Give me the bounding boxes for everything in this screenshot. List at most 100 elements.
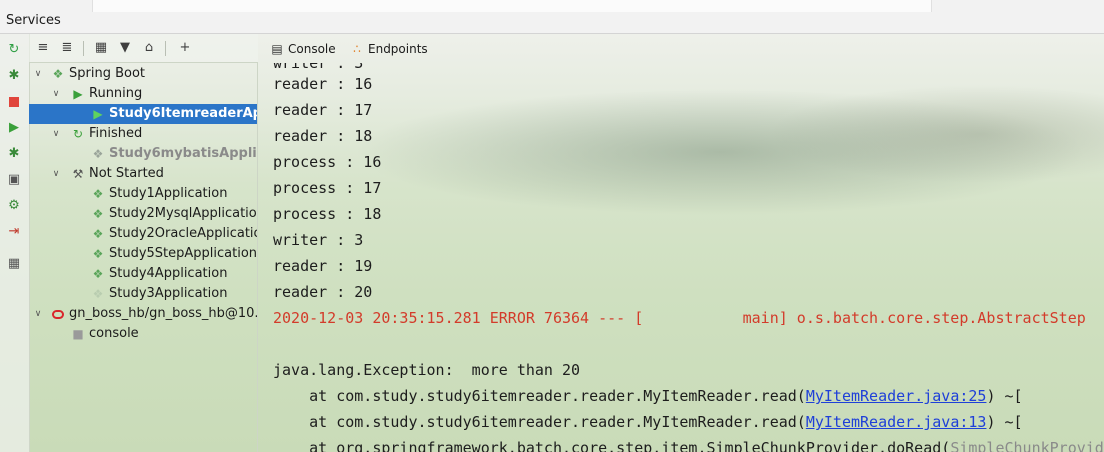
- stack-frame-text: at com.study.study6itemreader.reader.MyI…: [273, 387, 806, 405]
- console-tabs: ▤ Console ∴ Endpoints: [258, 34, 1104, 63]
- chevron-down-icon[interactable]: ∨: [51, 84, 61, 104]
- source-link[interactable]: SimpleChunkProvider.java: [950, 439, 1104, 452]
- tree-node-study2oracle[interactable]: ❖ Study2OracleApplication: [29, 224, 258, 244]
- tree-node-not-started[interactable]: ∨ ⚒ Not Started: [29, 164, 257, 184]
- chevron-down-icon[interactable]: ∨: [33, 304, 43, 324]
- tree-node-label: Study4Application: [109, 266, 228, 281]
- left-toolbar: ↻ ✱ ▶ ✱ ▣ ⚙ ⇥ ▦: [0, 34, 30, 452]
- tree-node-label: Not Started: [89, 166, 164, 181]
- tree-node-study1[interactable]: ❖ Study1Application: [29, 184, 257, 204]
- endpoints-icon: ∴: [353, 42, 361, 56]
- tree-node-label: Study3Application: [109, 286, 228, 301]
- spring-icon: ❖: [92, 227, 104, 241]
- spring-icon: ❖: [92, 247, 104, 261]
- tree-node-label: Study2OracleApplication: [109, 226, 258, 241]
- tree-node-label: Study2MysqlApplication: [109, 206, 258, 221]
- console-line: reader : 16: [273, 75, 373, 93]
- rerun-icon: ↻: [72, 127, 84, 141]
- console-line: reader : 18: [273, 127, 373, 145]
- tab-console[interactable]: ▤ Console: [270, 40, 336, 58]
- oracle-icon: [51, 304, 65, 324]
- tree-node-oracle-db[interactable]: ∨ gn_boss_hb/gn_boss_hb@10.0.25: [29, 304, 258, 324]
- group-icon[interactable]: ▦: [93, 40, 109, 56]
- wrench-icon: ⚒: [72, 167, 84, 181]
- tree-node-finished[interactable]: ∨ ↻ Finished: [29, 124, 257, 144]
- run-dashboard-icon[interactable]: ▶: [6, 120, 22, 136]
- console-icon: ▤: [271, 42, 283, 56]
- tree-node-label: Study5StepApplication: [109, 246, 258, 261]
- console-output: writer : 3 reader : 16 reader : 17 reade…: [258, 63, 1104, 452]
- stop-icon[interactable]: [6, 94, 22, 110]
- tree-node-label: Finished: [89, 126, 143, 141]
- console-line: process : 16: [273, 153, 382, 171]
- console-line: reader : 19: [273, 257, 373, 275]
- tree-toolbar: ≡ ≣ ▦ ▼ ⌂ +: [29, 34, 258, 63]
- filter-icon[interactable]: ▼: [117, 40, 133, 56]
- toolbar-divider: [165, 41, 166, 56]
- window-title: Services: [6, 13, 61, 28]
- play-icon: ▶: [93, 107, 103, 121]
- tree-node-label: Running: [89, 86, 143, 101]
- stack-frame-text: at org.springframework.batch.core.step.i…: [273, 439, 951, 452]
- console-error-line: 2020-12-03 20:35:15.281 ERROR 76364 --- …: [273, 309, 1086, 327]
- debug-icon[interactable]: ✱: [6, 68, 22, 84]
- tree-node-console[interactable]: ■ console: [29, 324, 257, 344]
- tab-endpoints[interactable]: ∴ Endpoints: [350, 40, 428, 58]
- tree-node-study2mysql[interactable]: ❖ Study2MysqlApplication: [29, 204, 258, 224]
- play-icon: ▶: [73, 87, 83, 101]
- spring-icon: ❖: [92, 147, 104, 161]
- tree-node-study4[interactable]: ❖ Study4Application: [29, 264, 257, 284]
- debug-dashboard-icon[interactable]: ✱: [6, 146, 22, 162]
- console-icon: ■: [72, 327, 84, 341]
- stack-frame-text: at com.study.study6itemreader.reader.MyI…: [273, 413, 806, 431]
- stack-trace-line: at com.study.study6itemreader.reader.MyI…: [273, 383, 1023, 409]
- console-line: writer : 3: [273, 231, 364, 249]
- spring-icon: ❖: [92, 267, 104, 281]
- tree-node-study3[interactable]: ❖ Study3Application: [29, 284, 257, 304]
- services-tree: ∨ ❖ Spring Boot ∨ ▶ Running ▶ Study6Item…: [29, 63, 258, 452]
- spring-icon: ❖: [92, 187, 104, 201]
- tree-node-label: Study1Application: [109, 186, 228, 201]
- console-line: process : 17: [273, 179, 382, 197]
- tree-node-label: console: [89, 326, 139, 341]
- tree-node-study6mybatis[interactable]: ❖ Study6mybatisApplication: [29, 144, 257, 164]
- tree-node-running[interactable]: ∨ ▶ Running: [29, 84, 257, 104]
- header-strip: [92, 0, 932, 12]
- spring-icon: ❖: [52, 67, 64, 81]
- tree-node-spring-boot[interactable]: ∨ ❖ Spring Boot: [29, 64, 257, 84]
- tree-node-label: Study6ItemreaderApplication: [109, 106, 257, 121]
- tab-label: Console: [288, 42, 336, 56]
- tree-node-label: gn_boss_hb/gn_boss_hb@10.0.25: [69, 306, 258, 321]
- source-link[interactable]: MyItemReader.java:13: [806, 413, 987, 431]
- camera-icon[interactable]: ▣: [6, 172, 22, 188]
- stack-frame-suffix: ) ~[: [986, 413, 1023, 431]
- layout-icon[interactable]: ▦: [6, 256, 22, 272]
- stack-trace-line: at org.springframework.batch.core.step.i…: [273, 435, 1104, 452]
- exit-icon[interactable]: ⇥: [6, 224, 22, 240]
- rerun-icon[interactable]: ↻: [6, 42, 22, 58]
- jump-icon[interactable]: ⌂: [141, 40, 157, 56]
- services-header: Services: [0, 0, 1104, 34]
- tab-label: Endpoints: [368, 42, 428, 56]
- tree-node-study5step[interactable]: ❖ Study5StepApplication: [29, 244, 258, 264]
- tree-node-label: Study6mybatisApplication: [109, 146, 257, 161]
- spring-icon: ❖: [92, 287, 104, 301]
- console-line: reader : 20: [273, 283, 373, 301]
- add-icon[interactable]: +: [177, 40, 193, 56]
- collapse-all-icon[interactable]: ≣: [59, 40, 75, 56]
- chevron-down-icon[interactable]: ∨: [51, 164, 61, 184]
- profile-icon[interactable]: ⚙: [6, 198, 22, 214]
- source-link[interactable]: MyItemReader.java:25: [806, 387, 987, 405]
- chevron-down-icon[interactable]: ∨: [51, 124, 61, 144]
- toolbar-divider: [83, 41, 84, 56]
- stack-frame-suffix: ) ~[: [986, 387, 1023, 405]
- spring-icon: ❖: [92, 207, 104, 221]
- stack-trace-line: at com.study.study6itemreader.reader.MyI…: [273, 409, 1023, 435]
- tree-node-study6itemreader[interactable]: ▶ Study6ItemreaderApplication: [29, 104, 257, 124]
- console-line: java.lang.Exception: more than 20: [273, 361, 581, 379]
- console-line: reader : 17: [273, 101, 373, 119]
- console-line: process : 18: [273, 205, 382, 223]
- chevron-down-icon[interactable]: ∨: [33, 64, 43, 84]
- expand-all-icon[interactable]: ≡: [35, 40, 51, 56]
- tree-node-label: Spring Boot: [69, 66, 146, 81]
